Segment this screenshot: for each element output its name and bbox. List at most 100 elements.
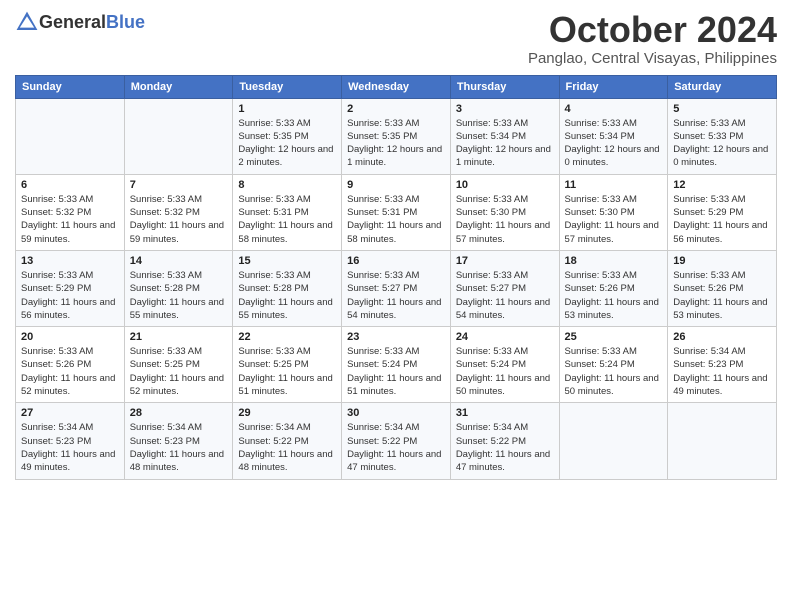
week-row-4: 20Sunrise: 5:33 AM Sunset: 5:26 PM Dayli… bbox=[16, 327, 777, 403]
cell-week1-day5: 4Sunrise: 5:33 AM Sunset: 5:34 PM Daylig… bbox=[559, 98, 668, 174]
logo-text-blue: Blue bbox=[106, 12, 145, 32]
day-number: 11 bbox=[565, 179, 663, 191]
day-number: 1 bbox=[238, 103, 336, 115]
cell-week4-day0: 20Sunrise: 5:33 AM Sunset: 5:26 PM Dayli… bbox=[16, 327, 125, 403]
week-row-5: 27 Sunrise: 5:34 AM Sunset: 5:23 PM Dayli… bbox=[16, 403, 777, 479]
day-detail: Sunrise: 5:34 AM Sunset: 5:22 PM Dayligh… bbox=[456, 421, 554, 474]
day-number: 14 bbox=[130, 255, 228, 267]
day-number: 2 bbox=[347, 103, 445, 115]
cell-week3-day5: 18Sunrise: 5:33 AM Sunset: 5:26 PM Dayli… bbox=[559, 250, 668, 326]
day-number: 27 bbox=[21, 407, 119, 419]
general-blue-logo-icon bbox=[15, 10, 39, 34]
day-detail: Sunrise: 5:33 AM Sunset: 5:35 PM Dayligh… bbox=[238, 117, 336, 170]
cell-week1-day2: 1 Sunrise: 5:33 AM Sunset: 5:35 PM Daylig… bbox=[233, 98, 342, 174]
cell-week4-day4: 24 Sunrise: 5:33 AM Sunset: 5:24 PM Dayli… bbox=[450, 327, 559, 403]
day-detail: Sunrise: 5:33 AM Sunset: 5:28 PM Dayligh… bbox=[238, 269, 336, 322]
cell-week4-day1: 21 Sunrise: 5:33 AM Sunset: 5:25 PM Dayli… bbox=[124, 327, 233, 403]
cell-week2-day6: 12Sunrise: 5:33 AM Sunset: 5:29 PM Dayli… bbox=[668, 174, 777, 250]
header-monday: Monday bbox=[124, 75, 233, 98]
day-detail: Sunrise: 5:33 AM Sunset: 5:24 PM Dayligh… bbox=[347, 345, 445, 398]
day-number: 5 bbox=[673, 103, 771, 115]
day-detail: Sunrise: 5:33 AM Sunset: 5:24 PM Dayligh… bbox=[456, 345, 554, 398]
day-number: 24 bbox=[456, 331, 554, 343]
day-detail: Sunrise: 5:34 AM Sunset: 5:22 PM Dayligh… bbox=[347, 421, 445, 474]
day-detail: Sunrise: 5:33 AM Sunset: 5:32 PM Dayligh… bbox=[21, 193, 119, 246]
day-detail: Sunrise: 5:33 AM Sunset: 5:27 PM Dayligh… bbox=[347, 269, 445, 322]
day-number: 4 bbox=[565, 103, 663, 115]
cell-week1-day6: 5 Sunrise: 5:33 AM Sunset: 5:33 PM Daylig… bbox=[668, 98, 777, 174]
day-detail: Sunrise: 5:34 AM Sunset: 5:22 PM Dayligh… bbox=[238, 421, 336, 474]
day-detail: Sunrise: 5:33 AM Sunset: 5:24 PM Dayligh… bbox=[565, 345, 663, 398]
day-number: 18 bbox=[565, 255, 663, 267]
cell-week4-day3: 23 Sunrise: 5:33 AM Sunset: 5:24 PM Dayli… bbox=[342, 327, 451, 403]
cell-week2-day0: 6 Sunrise: 5:33 AM Sunset: 5:32 PM Daylig… bbox=[16, 174, 125, 250]
day-number: 21 bbox=[130, 331, 228, 343]
cell-week1-day3: 2 Sunrise: 5:33 AM Sunset: 5:35 PM Daylig… bbox=[342, 98, 451, 174]
day-number: 16 bbox=[347, 255, 445, 267]
day-detail: Sunrise: 5:33 AM Sunset: 5:28 PM Dayligh… bbox=[130, 269, 228, 322]
cell-week5-day2: 29 Sunrise: 5:34 AM Sunset: 5:22 PM Dayli… bbox=[233, 403, 342, 479]
header-saturday: Saturday bbox=[668, 75, 777, 98]
day-number: 29 bbox=[238, 407, 336, 419]
title-section: October 2024 Panglao, Central Visayas, P… bbox=[528, 10, 777, 67]
day-detail: Sunrise: 5:33 AM Sunset: 5:25 PM Dayligh… bbox=[238, 345, 336, 398]
day-detail: Sunrise: 5:33 AM Sunset: 5:30 PM Dayligh… bbox=[565, 193, 663, 246]
day-number: 17 bbox=[456, 255, 554, 267]
cell-week5-day5 bbox=[559, 403, 668, 479]
day-number: 12 bbox=[673, 179, 771, 191]
day-number: 23 bbox=[347, 331, 445, 343]
logo: GeneralBlue bbox=[15, 10, 145, 34]
day-number: 26 bbox=[673, 331, 771, 343]
day-number: 15 bbox=[238, 255, 336, 267]
cell-week4-day6: 26Sunrise: 5:34 AM Sunset: 5:23 PM Dayli… bbox=[668, 327, 777, 403]
day-number: 20 bbox=[21, 331, 119, 343]
header-tuesday: Tuesday bbox=[233, 75, 342, 98]
week-row-3: 13 Sunrise: 5:33 AM Sunset: 5:29 PM Dayli… bbox=[16, 250, 777, 326]
page-header: GeneralBlue October 2024 Panglao, Centra… bbox=[15, 10, 777, 67]
day-detail: Sunrise: 5:33 AM Sunset: 5:25 PM Dayligh… bbox=[130, 345, 228, 398]
day-number: 3 bbox=[456, 103, 554, 115]
day-detail: Sunrise: 5:33 AM Sunset: 5:27 PM Dayligh… bbox=[456, 269, 554, 322]
day-number: 13 bbox=[21, 255, 119, 267]
day-detail: Sunrise: 5:33 AM Sunset: 5:29 PM Dayligh… bbox=[21, 269, 119, 322]
cell-week4-day5: 25 Sunrise: 5:33 AM Sunset: 5:24 PM Dayli… bbox=[559, 327, 668, 403]
day-number: 10 bbox=[456, 179, 554, 191]
day-number: 30 bbox=[347, 407, 445, 419]
day-detail: Sunrise: 5:34 AM Sunset: 5:23 PM Dayligh… bbox=[130, 421, 228, 474]
cell-week3-day3: 16 Sunrise: 5:33 AM Sunset: 5:27 PM Dayli… bbox=[342, 250, 451, 326]
day-detail: Sunrise: 5:33 AM Sunset: 5:32 PM Dayligh… bbox=[130, 193, 228, 246]
cell-week2-day1: 7 Sunrise: 5:33 AM Sunset: 5:32 PM Daylig… bbox=[124, 174, 233, 250]
day-number: 8 bbox=[238, 179, 336, 191]
cell-week3-day2: 15 Sunrise: 5:33 AM Sunset: 5:28 PM Dayli… bbox=[233, 250, 342, 326]
day-number: 31 bbox=[456, 407, 554, 419]
day-detail: Sunrise: 5:34 AM Sunset: 5:23 PM Dayligh… bbox=[21, 421, 119, 474]
day-number: 6 bbox=[21, 179, 119, 191]
day-number: 9 bbox=[347, 179, 445, 191]
day-number: 25 bbox=[565, 331, 663, 343]
cell-week3-day6: 19 Sunrise: 5:33 AM Sunset: 5:26 PM Dayli… bbox=[668, 250, 777, 326]
calendar-header: Sunday Monday Tuesday Wednesday Thursday… bbox=[16, 75, 777, 98]
day-detail: Sunrise: 5:33 AM Sunset: 5:34 PM Dayligh… bbox=[456, 117, 554, 170]
day-detail: Sunrise: 5:33 AM Sunset: 5:31 PM Dayligh… bbox=[238, 193, 336, 246]
cell-week3-day0: 13 Sunrise: 5:33 AM Sunset: 5:29 PM Dayli… bbox=[16, 250, 125, 326]
cell-week1-day0 bbox=[16, 98, 125, 174]
cell-week5-day4: 31 Sunrise: 5:34 AM Sunset: 5:22 PM Dayli… bbox=[450, 403, 559, 479]
cell-week3-day4: 17 Sunrise: 5:33 AM Sunset: 5:27 PM Dayli… bbox=[450, 250, 559, 326]
week-row-1: 1 Sunrise: 5:33 AM Sunset: 5:35 PM Daylig… bbox=[16, 98, 777, 174]
day-number: 19 bbox=[673, 255, 771, 267]
day-detail: Sunrise: 5:33 AM Sunset: 5:26 PM Dayligh… bbox=[673, 269, 771, 322]
day-number: 7 bbox=[130, 179, 228, 191]
day-detail: Sunrise: 5:33 AM Sunset: 5:35 PM Dayligh… bbox=[347, 117, 445, 170]
location-title: Panglao, Central Visayas, Philippines bbox=[528, 50, 777, 67]
cell-week3-day1: 14 Sunrise: 5:33 AM Sunset: 5:28 PM Dayli… bbox=[124, 250, 233, 326]
day-detail: Sunrise: 5:33 AM Sunset: 5:30 PM Dayligh… bbox=[456, 193, 554, 246]
calendar-body: 1 Sunrise: 5:33 AM Sunset: 5:35 PM Daylig… bbox=[16, 98, 777, 479]
cell-week5-day6 bbox=[668, 403, 777, 479]
cell-week5-day3: 30 Sunrise: 5:34 AM Sunset: 5:22 PM Dayli… bbox=[342, 403, 451, 479]
day-detail: Sunrise: 5:33 AM Sunset: 5:33 PM Dayligh… bbox=[673, 117, 771, 170]
cell-week2-day5: 11 Sunrise: 5:33 AM Sunset: 5:30 PM Dayli… bbox=[559, 174, 668, 250]
cell-week5-day0: 27 Sunrise: 5:34 AM Sunset: 5:23 PM Dayli… bbox=[16, 403, 125, 479]
week-row-2: 6 Sunrise: 5:33 AM Sunset: 5:32 PM Daylig… bbox=[16, 174, 777, 250]
header-friday: Friday bbox=[559, 75, 668, 98]
calendar-table: Sunday Monday Tuesday Wednesday Thursday… bbox=[15, 75, 777, 480]
